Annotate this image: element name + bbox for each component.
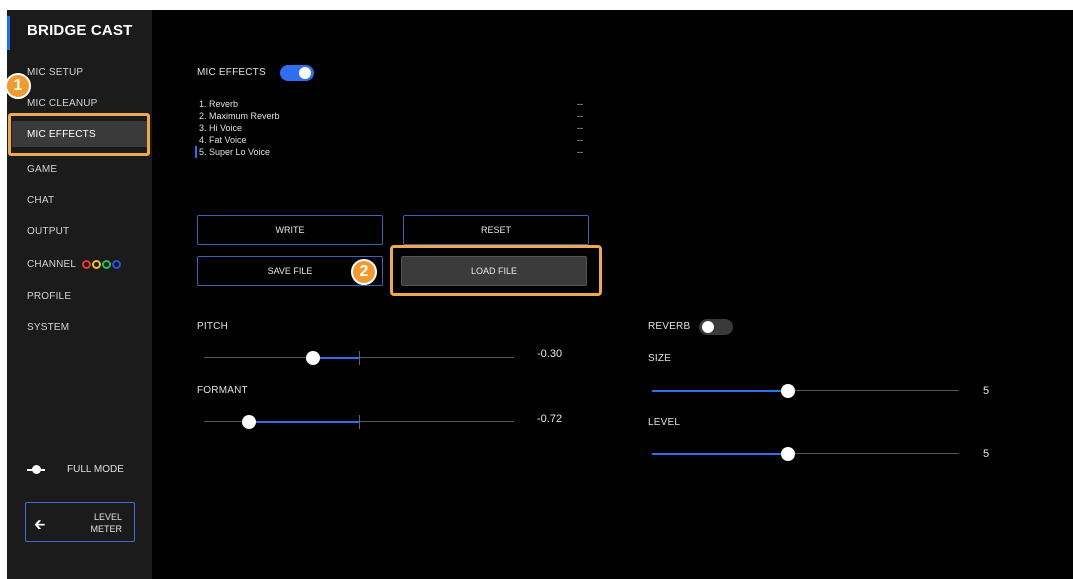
preset-item[interactable]: 2. Maximum Reverb -- [199,110,599,122]
sidebar-item-game[interactable]: GAME [12,156,148,182]
size-slider-thumb[interactable] [781,384,795,398]
toggle-knob [702,321,714,333]
sidebar-item-mic-setup[interactable]: MIC SETUP [12,59,148,85]
full-mode-switch-icon [27,464,45,474]
preset-label: 5. Super Lo Voice [199,147,271,157]
mic-effects-label: MIC EFFECTS [197,67,266,78]
preset-label: 4. Fat Voice [199,135,247,145]
brand-accent-bar [7,16,10,50]
preset-value: -- [577,147,583,157]
level-meter-button[interactable]: 🡰 LEVEL METER [25,502,135,542]
sidebar-item-label: MIC CLEANUP [27,97,98,109]
level-meter-label-line1: LEVEL [93,512,122,522]
preset-item[interactable]: 4. Fat Voice -- [199,134,599,146]
sidebar-item-chat[interactable]: CHAT [12,187,148,213]
pitch-value: -0.30 [537,348,563,360]
full-mode-label: FULL MODE [67,464,124,475]
preset-label: 3. Hi Voice [199,123,243,133]
preset-value: -- [577,111,583,121]
sidebar-item-label: GAME [27,163,58,175]
app-title: BRIDGE CAST [27,22,133,39]
sidebar-item-output[interactable]: OUTPUT [12,218,148,244]
load-file-highlight [390,245,602,296]
toggle-knob [299,67,311,79]
level-slider[interactable] [652,447,959,461]
size-label: SIZE [648,353,672,364]
formant-value: -0.72 [537,413,563,425]
pitch-slider[interactable] [204,351,514,365]
selected-indicator [195,146,197,158]
mic-effects-toggle[interactable] [280,65,314,81]
sidebar-item-label: SYSTEM [27,321,70,333]
level-label: LEVEL [648,417,681,428]
sidebar-item-profile[interactable]: PROFILE [12,283,148,309]
pitch-slider-thumb[interactable] [306,351,320,365]
formant-label: FORMANT [197,385,248,396]
sidebar-item-label: CHANNEL [27,258,77,270]
formant-slider-thumb[interactable] [242,415,256,429]
full-mode-toggle[interactable]: FULL MODE [27,464,124,475]
level-meter-label-line2: METER [90,524,123,534]
preset-label: 1. Reverb [199,99,239,109]
sidebar-item-system[interactable]: SYSTEM [12,314,148,340]
preset-list: 1. Reverb -- 2. Maximum Reverb -- 3. Hi … [195,98,599,158]
preset-value: -- [577,135,583,145]
sidebar-item-channel[interactable]: CHANNEL [12,251,148,277]
blue-ring-icon [112,259,122,269]
callout-2-badge: 2 [351,259,377,285]
preset-item-selected[interactable]: 5. Super Lo Voice -- [195,146,599,158]
pitch-label: PITCH [197,321,228,332]
size-value: 5 [983,385,990,397]
write-button[interactable]: WRITE [197,215,383,245]
level-value: 5 [983,448,990,460]
formant-slider[interactable] [204,415,514,429]
yellow-ring-icon [92,259,102,269]
sidebar: BRIDGE CAST MIC SETUP MIC CLEANUP MIC EF… [7,10,152,579]
preset-label: 2. Maximum Reverb [199,111,280,121]
reset-button[interactable]: RESET [403,215,589,245]
red-ring-icon [82,259,92,269]
callout-1-badge: 1 [5,73,31,99]
app-window: BRIDGE CAST MIC SETUP MIC CLEANUP MIC EF… [5,10,1073,579]
reverb-label: REVERB [648,321,691,332]
preset-value: -- [577,99,583,109]
channel-color-rings [82,259,122,269]
preset-item[interactable]: 3. Hi Voice -- [199,122,599,134]
sidebar-item-label: CHAT [27,194,55,206]
sidebar-item-label: OUTPUT [27,225,70,237]
sidebar-item-label: PROFILE [27,290,72,302]
arrow-left-icon: 🡰 [34,516,46,532]
reverb-toggle[interactable] [699,319,733,335]
sidebar-item-label: MIC SETUP [27,66,84,78]
level-slider-thumb[interactable] [781,447,795,461]
level-meter-label: LEVEL METER [91,511,123,535]
preset-value: -- [577,123,583,133]
green-ring-icon [102,259,112,269]
size-slider[interactable] [652,384,959,398]
brand-header: BRIDGE CAST [7,10,152,52]
preset-item[interactable]: 1. Reverb -- [199,98,599,110]
mic-effects-highlight [8,113,150,156]
